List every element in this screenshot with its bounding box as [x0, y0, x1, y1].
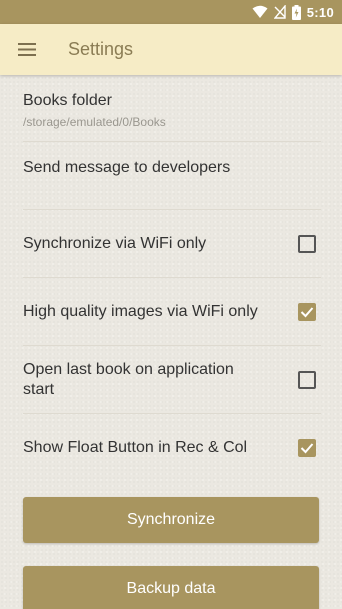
send-message-setting[interactable]: Send message to developers [23, 142, 321, 210]
wifi-icon [252, 5, 268, 19]
status-bar: 5:10 [0, 0, 342, 24]
pref-label: High quality images via WiFi only [23, 302, 258, 320]
pref-float-button[interactable]: Show Float Button in Rec & Col [23, 414, 321, 482]
battery-charging-icon [291, 4, 301, 20]
synchronize-button[interactable]: Synchronize [23, 497, 319, 543]
pref-hq-images-wifi[interactable]: High quality images via WiFi only [23, 278, 321, 346]
pref-sync-wifi-only[interactable]: Synchronize via WiFi only [23, 210, 321, 278]
pref-label: Open last book on application start [23, 360, 234, 398]
pref-label: Show Float Button in Rec & Col [23, 439, 248, 456]
status-time: 5:10 [306, 4, 334, 20]
books-folder-setting[interactable]: Books folder /storage/emulated/0/Books [23, 75, 321, 142]
page-title: Settings [68, 39, 134, 59]
sync-wifi-checkbox[interactable] [298, 234, 316, 253]
settings-list: Books folder /storage/emulated/0/Books S… [0, 75, 342, 482]
pref-label: Synchronize via WiFi only [23, 234, 207, 252]
backup-data-button[interactable]: Backup data [23, 566, 319, 609]
app-bar: Settings [0, 24, 342, 75]
open-last-book-checkbox[interactable] [298, 370, 316, 389]
books-folder-path: /storage/emulated/0/Books [23, 115, 166, 129]
hamburger-menu-icon[interactable] [0, 24, 54, 75]
books-folder-title: Books folder [23, 92, 112, 109]
float-button-checkbox[interactable] [298, 439, 316, 457]
send-message-title: Send message to developers [23, 159, 231, 176]
hq-images-checkbox[interactable] [298, 302, 316, 321]
pref-open-last-book[interactable]: Open last book on application start [23, 346, 321, 414]
signal-off-icon [273, 5, 286, 19]
